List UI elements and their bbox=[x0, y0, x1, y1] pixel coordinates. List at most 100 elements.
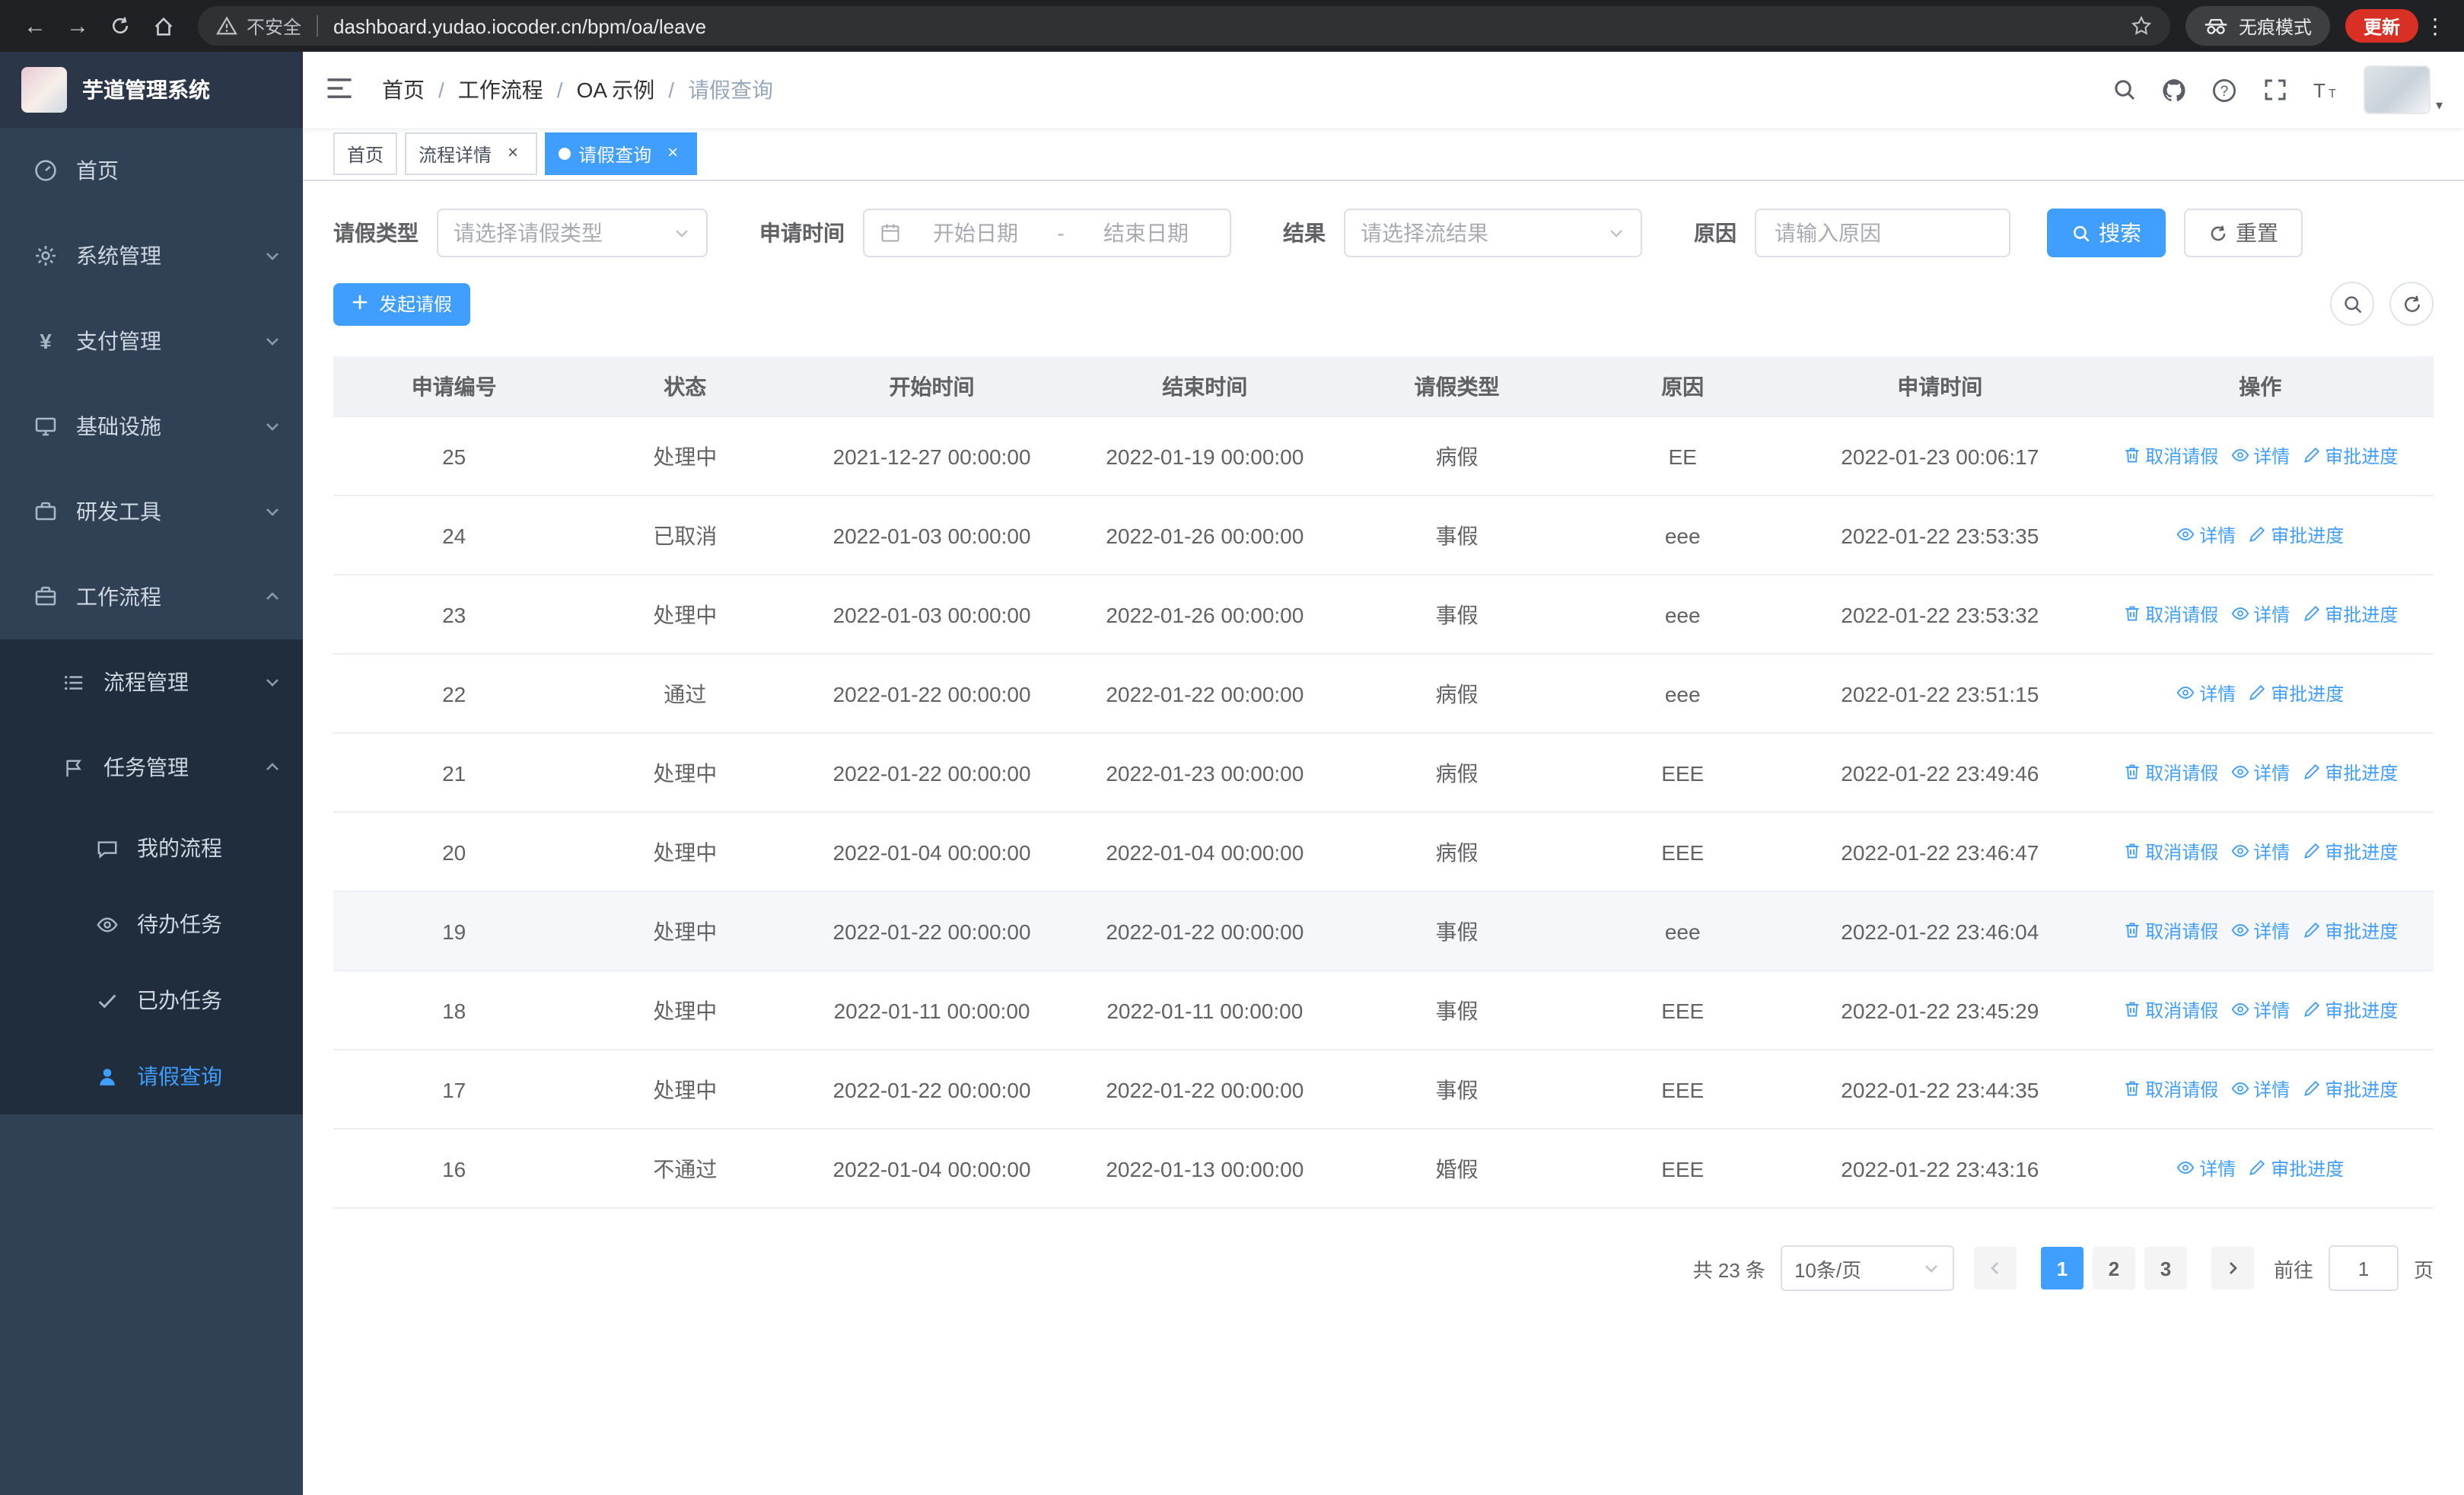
page-button-3[interactable]: 3 bbox=[2144, 1247, 2187, 1289]
detail-action-link[interactable]: 详情 bbox=[2176, 681, 2236, 706]
sidebar-item-payment[interactable]: ¥ 支付管理 bbox=[0, 298, 303, 384]
progress-action-link[interactable]: 审批进度 bbox=[2248, 522, 2344, 548]
tab-close-icon[interactable]: × bbox=[662, 142, 683, 164]
cell-actions: 取消请假 详情 审批进度 bbox=[2087, 812, 2434, 892]
sidebar-item-done-tasks[interactable]: 已办任务 bbox=[0, 962, 303, 1038]
progress-action-link[interactable]: 审批进度 bbox=[2248, 681, 2344, 706]
leave-type-select[interactable]: 请选择请假类型 bbox=[437, 209, 708, 257]
result-select[interactable]: 请选择流结果 bbox=[1344, 209, 1642, 257]
sidebar-item-dev-tools[interactable]: 研发工具 bbox=[0, 469, 303, 554]
cell-end: 2022-01-11 00:00:00 bbox=[1068, 971, 1342, 1050]
eye-icon bbox=[94, 912, 119, 936]
cancel-action-link[interactable]: 取消请假 bbox=[2122, 839, 2218, 865]
progress-action-link[interactable]: 审批进度 bbox=[2302, 997, 2398, 1023]
search-icon[interactable] bbox=[2101, 66, 2148, 113]
refresh-table-icon[interactable] bbox=[2389, 282, 2434, 326]
detail-action-link[interactable]: 详情 bbox=[2176, 522, 2236, 548]
sidebar-item-infrastructure[interactable]: 基础设施 bbox=[0, 384, 303, 469]
progress-action-label: 审批进度 bbox=[2271, 524, 2345, 547]
chevron-down-icon bbox=[263, 332, 282, 350]
detail-action-link[interactable]: 详情 bbox=[2230, 443, 2290, 469]
dashboard-icon bbox=[33, 158, 58, 183]
detail-action-link[interactable]: 详情 bbox=[2230, 1076, 2290, 1102]
sidebar-item-leave-query[interactable]: 请假查询 bbox=[0, 1038, 303, 1114]
hamburger-icon[interactable] bbox=[324, 73, 358, 107]
reason-input[interactable] bbox=[1772, 219, 1994, 247]
cell-status: 处理中 bbox=[575, 891, 796, 971]
table-row: 24 已取消 2022-01-03 00:00:00 2022-01-26 00:00… bbox=[333, 496, 2434, 575]
apply-time-range-picker[interactable]: 开始日期 - 结束日期 bbox=[863, 209, 1231, 257]
detail-action-link[interactable]: 详情 bbox=[2230, 760, 2290, 786]
fullscreen-icon[interactable] bbox=[2252, 66, 2299, 113]
cancel-action-link[interactable]: 取消请假 bbox=[2122, 760, 2218, 786]
end-date-placeholder: 结束日期 bbox=[1103, 221, 1189, 245]
reset-button[interactable]: 重置 bbox=[2184, 209, 2303, 257]
col-apply-id: 申请编号 bbox=[333, 356, 575, 417]
table-row: 21 处理中 2022-01-22 00:00:00 2022-01-23 00:00… bbox=[333, 733, 2434, 813]
sidebar-item-my-process[interactable]: 我的流程 bbox=[0, 810, 303, 886]
github-icon[interactable] bbox=[2151, 66, 2198, 113]
sidebar-item-task-mgmt[interactable]: 任务管理 bbox=[0, 725, 303, 810]
cancel-action-link[interactable]: 取消请假 bbox=[2122, 918, 2218, 944]
cancel-action-link[interactable]: 取消请假 bbox=[2122, 601, 2218, 627]
cell-reason: eee bbox=[1572, 496, 1794, 575]
tab-home[interactable]: 首页 bbox=[333, 132, 398, 175]
font-size-icon[interactable]: TT bbox=[2302, 66, 2349, 113]
progress-action-link[interactable]: 审批进度 bbox=[2302, 1076, 2398, 1102]
sidebar-item-home[interactable]: 首页 bbox=[0, 128, 303, 213]
cancel-action-link[interactable]: 取消请假 bbox=[2122, 443, 2218, 469]
brand: 芋道管理系统 bbox=[0, 52, 303, 128]
create-leave-button[interactable]: 发起请假 bbox=[333, 282, 471, 325]
reload-icon[interactable] bbox=[100, 6, 140, 46]
home-icon[interactable] bbox=[143, 6, 183, 46]
page-button-2[interactable]: 2 bbox=[2092, 1247, 2135, 1289]
page-size-select[interactable]: 10条/页 bbox=[1780, 1245, 1954, 1291]
sidebar-item-todo-tasks[interactable]: 待办任务 bbox=[0, 886, 303, 962]
prev-page-button[interactable] bbox=[1973, 1247, 2017, 1289]
help-icon[interactable]: ? bbox=[2201, 66, 2249, 113]
sidebar-item-process-mgmt[interactable]: 流程管理 bbox=[0, 639, 303, 725]
sidebar-item-label: 我的流程 bbox=[137, 836, 222, 860]
sidebar-item-label: 系统管理 bbox=[76, 244, 161, 268]
browser-menu-icon[interactable]: ⋮ bbox=[2421, 13, 2449, 39]
detail-action-label: 详情 bbox=[2253, 999, 2291, 1022]
page-button-1[interactable]: 1 bbox=[2040, 1247, 2084, 1289]
progress-action-link[interactable]: 审批进度 bbox=[2302, 918, 2398, 944]
detail-action-link[interactable]: 详情 bbox=[2230, 601, 2290, 627]
toggle-search-icon[interactable] bbox=[2330, 282, 2374, 326]
detail-action-link[interactable]: 详情 bbox=[2176, 1156, 2236, 1181]
progress-action-link[interactable]: 审批进度 bbox=[2302, 839, 2398, 865]
search-button[interactable]: 搜索 bbox=[2047, 209, 2166, 257]
forward-icon[interactable]: → bbox=[58, 6, 97, 46]
goto-page-input[interactable] bbox=[2328, 1245, 2399, 1291]
sidebar-item-system[interactable]: 系统管理 bbox=[0, 213, 303, 298]
chat-bubble-icon bbox=[94, 836, 119, 860]
cancel-action-label: 取消请假 bbox=[2145, 604, 2219, 626]
cell-status: 不通过 bbox=[575, 1129, 796, 1209]
cancel-action-link[interactable]: 取消请假 bbox=[2122, 997, 2218, 1023]
detail-action-link[interactable]: 详情 bbox=[2230, 839, 2290, 865]
sidebar-item-workflow[interactable]: 工作流程 bbox=[0, 554, 303, 639]
security-label: 不安全 bbox=[247, 16, 302, 37]
tab-close-icon[interactable]: × bbox=[502, 142, 524, 164]
address-bar[interactable]: 不安全 dashboard.yudao.iocoder.cn/bpm/oa/le… bbox=[198, 6, 2170, 46]
breadcrumb-item[interactable]: 工作流程 bbox=[458, 75, 543, 105]
user-menu[interactable]: ▾ bbox=[2364, 65, 2443, 114]
bookmark-star-icon[interactable] bbox=[2131, 15, 2152, 37]
progress-action-link[interactable]: 审批进度 bbox=[2302, 760, 2398, 786]
cell-id: 16 bbox=[333, 1129, 575, 1209]
progress-action-link[interactable]: 审批进度 bbox=[2302, 443, 2398, 469]
next-page-button[interactable] bbox=[2211, 1247, 2254, 1289]
tab-label: 流程详情 bbox=[419, 144, 492, 165]
tab-process-detail[interactable]: 流程详情 × bbox=[405, 132, 538, 175]
update-button[interactable]: 更新 bbox=[2345, 9, 2418, 43]
detail-action-link[interactable]: 详情 bbox=[2230, 918, 2290, 944]
progress-action-link[interactable]: 审批进度 bbox=[2248, 1156, 2344, 1181]
tab-leave-query[interactable]: 请假查询 × bbox=[545, 132, 698, 175]
breadcrumb-item[interactable]: 首页 bbox=[382, 75, 425, 105]
back-icon[interactable]: ← bbox=[15, 6, 55, 46]
progress-action-link[interactable]: 审批进度 bbox=[2302, 601, 2398, 627]
detail-action-link[interactable]: 详情 bbox=[2230, 997, 2290, 1023]
cancel-action-link[interactable]: 取消请假 bbox=[2122, 1076, 2218, 1102]
breadcrumb-item[interactable]: OA 示例 bbox=[577, 75, 655, 105]
